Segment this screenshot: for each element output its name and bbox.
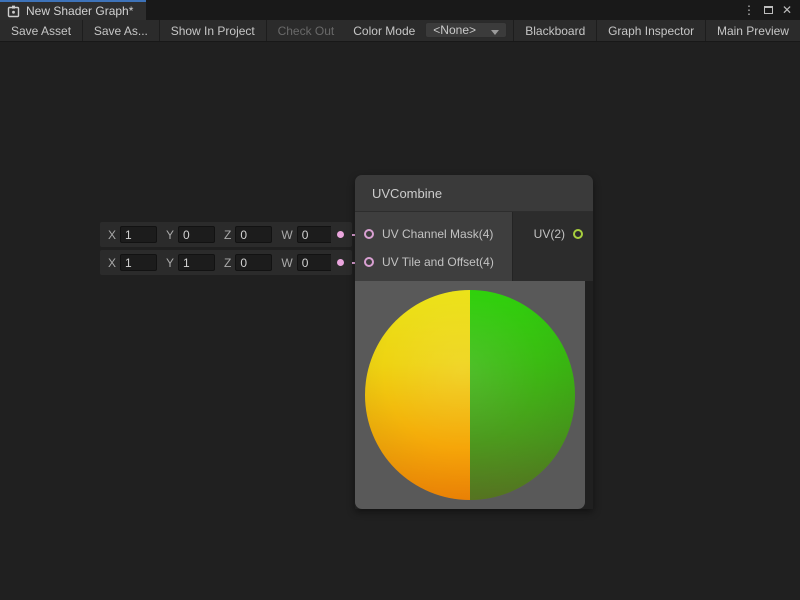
field-label-y: Y [166, 228, 174, 242]
vector4-1-connector [331, 222, 352, 247]
field-label-w: W [281, 256, 292, 270]
node-input-section: UV Channel Mask(4) UV Tile and Offset(4) [355, 212, 512, 281]
field-label-x: X [108, 256, 116, 270]
graph-inspector-toggle-button[interactable]: Graph Inspector [597, 20, 705, 41]
input-port-row: UV Channel Mask(4) [355, 220, 512, 248]
vector4-2-z-field[interactable] [235, 254, 272, 271]
field-label-x: X [108, 228, 116, 242]
maximize-icon[interactable] [761, 2, 775, 18]
sphere-shading-overlay [365, 290, 575, 500]
input-port-label: UV Channel Mask(4) [382, 227, 493, 241]
vector4-2-x-field[interactable] [120, 254, 157, 271]
shader-graph-window: New Shader Graph* ⋮ ✕ Save Asset Save As… [0, 0, 800, 600]
input-port-row: UV Tile and Offset(4) [355, 248, 512, 276]
color-mode-value: <None> [433, 23, 476, 37]
field-label-z: Z [224, 256, 231, 270]
output-port-row: UV(2) [513, 220, 593, 248]
input-port-uv-channel-mask[interactable] [364, 229, 374, 239]
shader-graph-icon [7, 5, 20, 18]
vector4-2-w-field[interactable] [297, 254, 334, 271]
window-controls: ⋮ ✕ [742, 0, 800, 20]
title-bar: New Shader Graph* ⋮ ✕ [0, 0, 800, 20]
uvcombine-node[interactable]: UVCombine UV Channel Mask(4) UV Tile and… [355, 175, 593, 509]
vector4-editor-row-2: X Y Z W [100, 250, 342, 275]
vector4-1-y-field[interactable] [178, 226, 215, 243]
vector4-2-y-field[interactable] [178, 254, 215, 271]
input-port-uv-tile-offset[interactable] [364, 257, 374, 267]
vector4-1-port-dot[interactable] [337, 231, 344, 238]
maximize-box [764, 6, 773, 14]
kebab-menu-icon[interactable]: ⋮ [742, 2, 756, 18]
tab-title: New Shader Graph* [26, 4, 133, 18]
preview-sphere [365, 290, 575, 500]
field-label-w: W [281, 228, 292, 242]
field-label-y: Y [166, 256, 174, 270]
node-body: UV Channel Mask(4) UV Tile and Offset(4)… [355, 212, 593, 281]
vector4-editor-row-1: X Y Z W [100, 222, 342, 247]
dropdown-arrow-icon [491, 30, 499, 35]
tab-new-shader-graph[interactable]: New Shader Graph* [0, 0, 146, 20]
field-label-z: Z [224, 228, 231, 242]
graph-canvas[interactable]: X Y Z W X Y Z W UVCom [0, 42, 800, 600]
vector4-2-port-dot[interactable] [337, 259, 344, 266]
vector4-1-z-field[interactable] [235, 226, 272, 243]
blackboard-toggle-button[interactable]: Blackboard [514, 20, 596, 41]
input-port-label: UV Tile and Offset(4) [382, 255, 494, 269]
vector4-1-w-field[interactable] [297, 226, 334, 243]
vector4-1-x-field[interactable] [120, 226, 157, 243]
save-asset-button[interactable]: Save Asset [0, 20, 82, 41]
node-title: UVCombine [372, 186, 442, 201]
show-in-project-button[interactable]: Show In Project [160, 20, 266, 41]
node-preview [355, 281, 585, 509]
output-port-label: UV(2) [534, 227, 565, 241]
toolbar: Save Asset Save As... Show In Project Ch… [0, 20, 800, 42]
node-header[interactable]: UVCombine [355, 175, 593, 212]
save-as-button[interactable]: Save As... [83, 20, 159, 41]
output-port-uv[interactable] [573, 229, 583, 239]
color-mode-label: Color Mode [345, 20, 425, 41]
close-icon[interactable]: ✕ [780, 2, 794, 18]
main-preview-toggle-button[interactable]: Main Preview [706, 20, 800, 41]
check-out-button: Check Out [267, 20, 346, 41]
vector4-2-connector [331, 250, 352, 275]
color-mode-dropdown[interactable]: <None> [425, 22, 507, 38]
node-output-section: UV(2) [512, 212, 593, 281]
